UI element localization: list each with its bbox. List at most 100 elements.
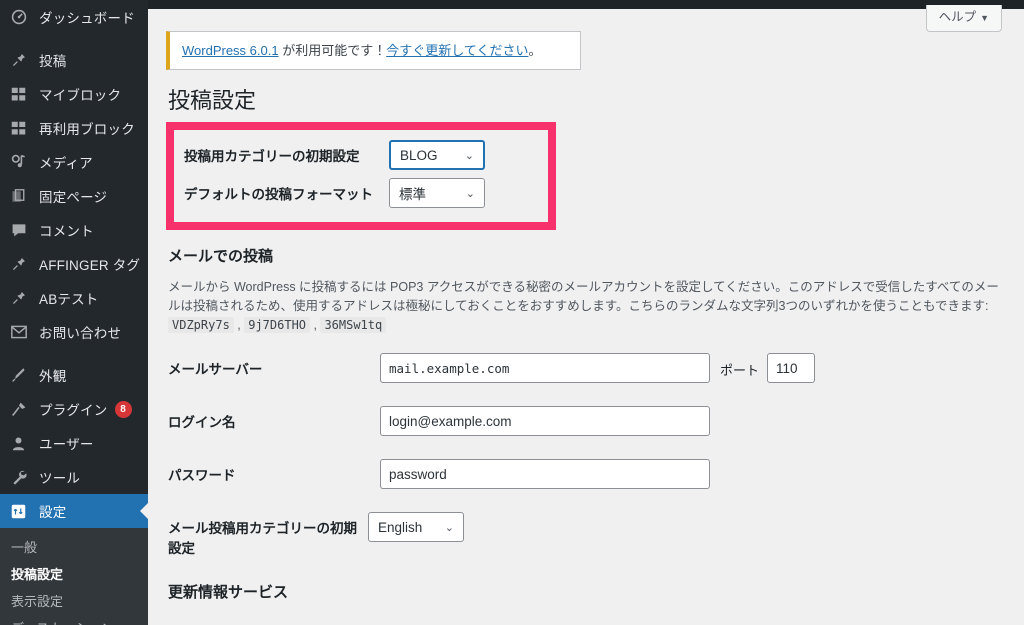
sidebar-item-label: お問い合わせ: [39, 326, 122, 341]
highlight-row-default-post-category: 投稿用カテゴリーの初期設定 BLOG ⌄: [174, 136, 548, 174]
appearance-icon: [11, 365, 33, 385]
chevron-down-icon: ▼: [980, 13, 989, 23]
submenu-item-3[interactable]: ディスカッション: [0, 615, 148, 625]
notice-text-middle: が利用可能です！: [278, 43, 387, 58]
random-string-separator: ,: [233, 318, 245, 332]
password-input[interactable]: [380, 459, 710, 489]
update-services-title: 更新情報サービス: [168, 584, 289, 601]
mail-settings-form: メールサーバー ポート ログイン名 パスワード メール投稿用カテゴリーの初期設定: [168, 353, 1004, 559]
admin-sidebar: ダッシュボード 投稿マイブロック 再利用ブロック メディア固定ページコメント AFFIN…: [0, 0, 148, 625]
mailserver-label: メールサーバー: [168, 362, 263, 377]
login-input[interactable]: [380, 406, 710, 436]
default-post-format-select-value: 標準: [399, 187, 426, 202]
random-string-0: VDZpRy7s: [168, 317, 234, 333]
sidebar-item-posts[interactable]: 投稿: [0, 43, 148, 77]
password-label: パスワード: [168, 468, 236, 483]
sidebar-item-label: ツール: [39, 471, 81, 486]
default-post-format-select[interactable]: 標準 ⌄: [389, 178, 485, 208]
admin-topbar: [148, 0, 1024, 9]
mail-icon: [11, 322, 33, 342]
pages-icon: [11, 186, 33, 206]
plugin-icon: [11, 399, 33, 419]
default-post-category-select[interactable]: BLOG ⌄: [389, 140, 485, 170]
update-now-link[interactable]: 今すぐ更新してください: [386, 43, 528, 58]
random-strings: VDZpRy7s , 9j7D6THO , 36MSw1tq: [168, 317, 387, 333]
settings-submenu: 一般投稿設定表示設定ディスカッション: [0, 528, 148, 625]
submenu-item-1[interactable]: 投稿設定: [0, 561, 148, 588]
media-icon: [11, 152, 33, 172]
help-tab-wrap: ヘルプ ▼: [925, 5, 1002, 32]
submenu-item-2[interactable]: 表示設定: [0, 588, 148, 615]
login-label: ログイン名: [168, 415, 236, 430]
notice-text-end: 。: [528, 43, 542, 58]
chevron-down-icon: ⌄: [465, 187, 475, 200]
sidebar-item-my-blocks[interactable]: マイブロック: [0, 77, 148, 111]
sidebar-item-contact[interactable]: お問い合わせ: [0, 315, 148, 349]
sidebar-item-label: プラグイン: [39, 403, 108, 418]
sidebar-item-users[interactable]: ユーザー: [0, 426, 148, 460]
sidebar-item-plugins[interactable]: プラグイン 8: [0, 392, 148, 426]
sidebar-item-affinger-tag[interactable]: AFFINGER タグ: [0, 247, 148, 281]
blocks-icon: [11, 84, 33, 104]
mail-description: メールから WordPress に投稿するには POP3 アクセスができる秘密の…: [168, 278, 1004, 335]
chevron-down-icon: ⌄: [464, 149, 474, 162]
pin-icon: [11, 288, 33, 308]
random-string-1: 9j7D6THO: [244, 317, 311, 333]
form-row-mail-category: メール投稿用カテゴリーの初期設定 English ⌄: [168, 512, 1004, 559]
form-row-mailserver: メールサーバー ポート: [168, 353, 1004, 383]
chevron-down-icon: ⌄: [444, 521, 454, 534]
wordpress-version-link[interactable]: WordPress 6.0.1: [182, 43, 279, 58]
pin-icon: [11, 254, 33, 274]
sidebar-item-dashboard[interactable]: ダッシュボード: [0, 0, 148, 34]
submenu-item-0[interactable]: 一般: [0, 534, 148, 561]
pin-icon: [11, 50, 33, 70]
sidebar-item-label: 設定: [39, 505, 67, 520]
sidebar-item-label: 固定ページ: [39, 190, 108, 205]
blocks-icon: [11, 118, 33, 138]
comment-icon: [11, 220, 33, 240]
sidebar-item-pages[interactable]: 固定ページ: [0, 179, 148, 213]
sidebar-item-appearance[interactable]: 外観: [0, 358, 148, 392]
update-notice: WordPress 6.0.1 が利用可能です！今すぐ更新してください。: [166, 31, 581, 70]
sidebar-item-label: コメント: [39, 224, 94, 239]
sidebar-item-label: マイブロック: [39, 88, 122, 103]
mail-category-label: メール投稿用カテゴリーの初期設定: [168, 521, 357, 556]
mail-category-select-value: English: [378, 519, 423, 535]
mail-category-select[interactable]: English ⌄: [368, 512, 464, 542]
sidebar-item-comments[interactable]: コメント: [0, 213, 148, 247]
sidebar-item-ab-test[interactable]: ABテスト: [0, 281, 148, 315]
settings-icon: [11, 501, 33, 521]
form-row-login: ログイン名: [168, 406, 1004, 436]
mail-section-title: メールでの投稿: [168, 248, 274, 265]
wp-admin-screen: ダッシュボード 投稿マイブロック 再利用ブロック メディア固定ページコメント AFFIN…: [0, 0, 1024, 625]
sidebar-item-label: 投稿: [39, 54, 67, 69]
random-string-separator: ,: [310, 318, 321, 332]
sidebar-item-settings[interactable]: 設定: [0, 494, 148, 528]
port-input[interactable]: [767, 353, 816, 383]
sidebar-item-label: 外観: [39, 369, 67, 384]
sidebar-item-tools[interactable]: ツール: [0, 460, 148, 494]
main-area: ヘルプ ▼ WordPress 6.0.1 が利用可能です！今すぐ更新してください…: [148, 0, 1024, 625]
highlight-row-default-post-format: デフォルトの投稿フォーマット 標準 ⌄: [174, 174, 548, 212]
sidebar-item-label: メディア: [39, 156, 93, 171]
tools-icon: [11, 467, 33, 487]
sidebar-item-reusable-blocks[interactable]: 再利用ブロック: [0, 111, 148, 145]
help-button[interactable]: ヘルプ ▼: [925, 5, 1002, 32]
sidebar-item-label: ユーザー: [39, 437, 94, 452]
mail-description-text: メールから WordPress に投稿するには POP3 アクセスができる秘密の…: [168, 280, 999, 313]
page-title: 投稿設定: [168, 88, 257, 113]
default-post-category-select-value: BLOG: [400, 147, 438, 163]
sidebar-item-label: ダッシュボード: [39, 11, 135, 26]
default-post-category-label: 投稿用カテゴリーの初期設定: [184, 149, 360, 164]
user-icon: [11, 433, 33, 453]
content-wrap: WordPress 6.0.1 が利用可能です！今すぐ更新してください。 投稿設…: [148, 31, 1024, 604]
mailserver-input[interactable]: [380, 353, 710, 383]
sidebar-item-media[interactable]: メディア: [0, 145, 148, 179]
sidebar-item-label: 再利用ブロック: [39, 122, 135, 137]
random-string-2: 36MSw1tq: [320, 317, 387, 333]
port-label: ポート: [720, 363, 760, 378]
help-button-label: ヘルプ: [938, 10, 977, 24]
sidebar-item-label: AFFINGER タグ: [39, 258, 141, 273]
highlighted-settings-box: 投稿用カテゴリーの初期設定 BLOG ⌄ デフォルトの投稿フォーマット 標準 ⌄: [166, 122, 556, 230]
plugins-update-badge: 8: [114, 400, 132, 418]
